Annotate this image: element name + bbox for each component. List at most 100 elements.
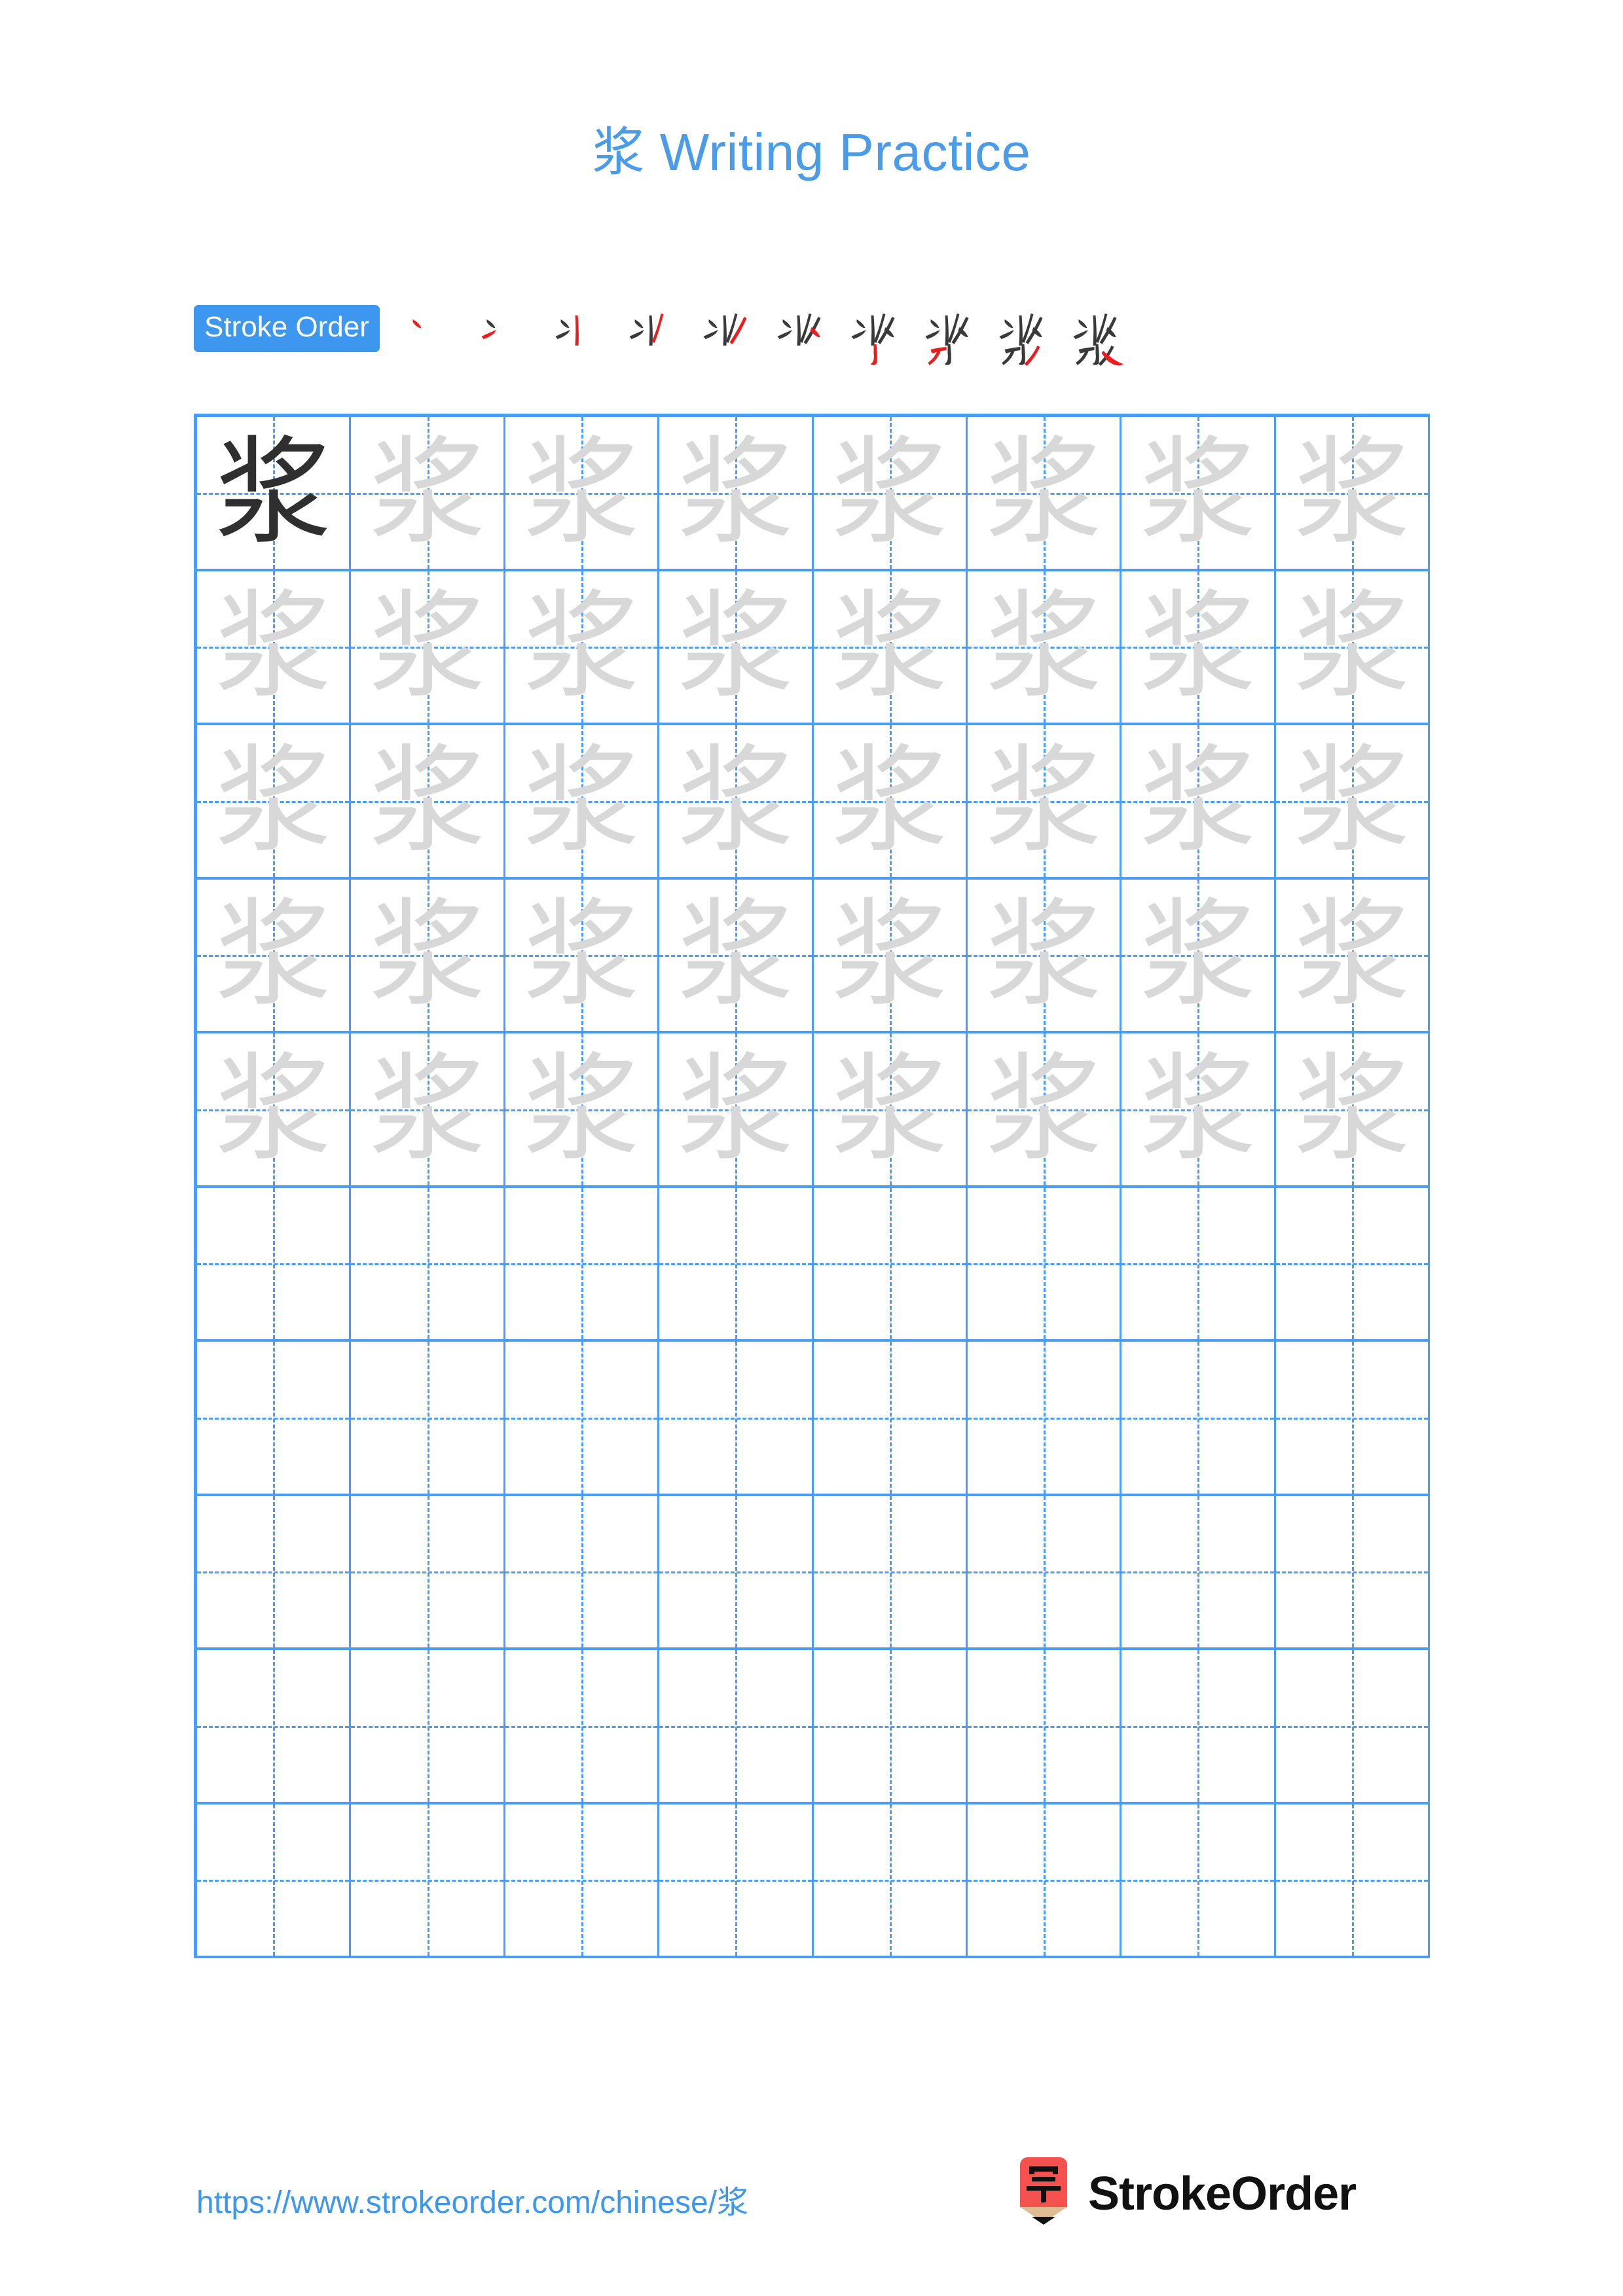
grid-cell[interactable] (351, 1496, 505, 1647)
grid-cell[interactable]: 浆 (1275, 417, 1430, 569)
grid-cell[interactable] (967, 1187, 1122, 1339)
grid-cell[interactable]: 浆 (197, 1033, 352, 1185)
grid-cell[interactable] (813, 1650, 968, 1802)
grid-cell[interactable] (1275, 1187, 1430, 1339)
grid-cell[interactable] (1275, 1496, 1430, 1647)
grid-cell[interactable]: 浆 (505, 879, 660, 1031)
grid-cell[interactable]: 浆 (1122, 417, 1276, 569)
practice-character: 浆 (831, 887, 948, 1023)
grid-cell[interactable]: 浆 (1275, 1033, 1430, 1185)
grid-cell[interactable] (351, 1650, 505, 1802)
practice-character: 浆 (831, 732, 948, 869)
grid-cell[interactable]: 浆 (197, 417, 352, 569)
grid-cell[interactable] (505, 1342, 660, 1494)
grid-cell[interactable]: 浆 (1275, 725, 1430, 877)
grid-cell[interactable] (351, 1342, 505, 1494)
grid-cell[interactable]: 浆 (1275, 879, 1430, 1031)
grid-cell[interactable]: 浆 (813, 571, 968, 723)
grid-cell[interactable]: 浆 (659, 725, 814, 877)
grid-cell[interactable]: 浆 (197, 571, 352, 723)
grid-cell[interactable] (1122, 1187, 1276, 1339)
grid-cell[interactable] (659, 1496, 814, 1647)
footer-brand[interactable]: StrokeOrder (1013, 2155, 1357, 2233)
practice-character: 浆 (522, 424, 640, 560)
grid-cell[interactable] (659, 1187, 814, 1340)
grid-cell[interactable] (197, 1187, 352, 1340)
grid-cell[interactable]: 浆 (505, 1033, 660, 1185)
grid-cell[interactable]: 浆 (967, 571, 1122, 723)
grid-cell[interactable]: 浆 (813, 725, 968, 877)
grid-cell[interactable] (1275, 1342, 1430, 1494)
grid-cell[interactable]: 浆 (967, 417, 1122, 569)
practice-character: 浆 (1139, 424, 1256, 560)
footer-url[interactable]: https://www.strokeorder.com/chinese/浆 (196, 2176, 748, 2222)
page-title: 浆 Writing Practice (0, 110, 1623, 186)
practice-character: 浆 (831, 424, 948, 560)
grid-cell[interactable] (351, 1187, 505, 1339)
grid-cell[interactable]: 浆 (659, 417, 814, 569)
grid-cell[interactable]: 浆 (351, 725, 505, 877)
practice-character (197, 1804, 349, 1956)
grid-cell[interactable]: 浆 (659, 1033, 814, 1185)
grid-cell[interactable]: 浆 (351, 1033, 505, 1185)
grid-cell[interactable] (505, 1187, 660, 1339)
grid-cell[interactable] (1122, 1650, 1276, 1802)
grid-cell[interactable] (1275, 1650, 1430, 1802)
grid-cell[interactable] (351, 1804, 505, 1956)
grid-cell[interactable] (1122, 1804, 1276, 1956)
practice-character: 浆 (1139, 732, 1256, 869)
grid-cell[interactable]: 浆 (813, 417, 968, 569)
grid-cell[interactable] (813, 1804, 968, 1956)
grid-cell[interactable]: 浆 (1275, 571, 1430, 723)
grid-cell[interactable] (813, 1342, 968, 1494)
grid-cell[interactable] (967, 1342, 1122, 1494)
grid-cell[interactable]: 浆 (1122, 725, 1276, 877)
practice-character (197, 1188, 349, 1340)
grid-cell[interactable]: 浆 (351, 571, 505, 723)
grid-cell[interactable] (505, 1804, 660, 1956)
grid-cell[interactable] (967, 1496, 1122, 1647)
grid-cell[interactable]: 浆 (505, 571, 660, 723)
grid-cell[interactable]: 浆 (813, 879, 968, 1031)
grid-cell[interactable]: 浆 (505, 417, 660, 569)
grid-cell[interactable] (1122, 1342, 1276, 1494)
grid-cell[interactable] (813, 1187, 968, 1339)
grid-cell[interactable]: 浆 (967, 1033, 1122, 1185)
grid-row-1: 浆 浆 浆 浆 浆 浆 浆 浆 (197, 417, 1430, 571)
stroke-step-3 (545, 305, 619, 370)
practice-character: 浆 (522, 887, 640, 1023)
grid-cell[interactable]: 浆 (1122, 879, 1276, 1031)
grid-cell[interactable] (659, 1804, 814, 1956)
grid-cell[interactable] (967, 1650, 1122, 1802)
practice-character: 浆 (985, 887, 1103, 1023)
grid-cell[interactable]: 浆 (659, 879, 814, 1031)
grid-cell[interactable] (1275, 1804, 1430, 1956)
grid-cell[interactable] (505, 1650, 660, 1802)
grid-cell[interactable]: 浆 (197, 725, 352, 877)
grid-cell[interactable] (197, 1342, 352, 1494)
grid-cell[interactable] (967, 1804, 1122, 1956)
grid-cell[interactable]: 浆 (967, 879, 1122, 1031)
grid-cell[interactable]: 浆 (351, 417, 505, 569)
grid-cell[interactable] (813, 1496, 968, 1647)
practice-character (659, 1188, 811, 1340)
grid-cell[interactable] (505, 1496, 660, 1647)
grid-cell[interactable] (197, 1496, 352, 1647)
grid-cell[interactable]: 浆 (1122, 1033, 1276, 1185)
grid-cell[interactable] (1122, 1496, 1276, 1647)
grid-cell[interactable] (197, 1804, 352, 1956)
grid-cell[interactable]: 浆 (967, 725, 1122, 877)
grid-cell[interactable] (659, 1342, 814, 1494)
grid-cell[interactable]: 浆 (197, 879, 352, 1031)
grid-cell[interactable]: 浆 (505, 725, 660, 877)
practice-character: 浆 (677, 732, 794, 869)
practice-character: 浆 (1293, 424, 1410, 560)
grid-cell[interactable]: 浆 (813, 1033, 968, 1185)
stroke-step-10 (1063, 305, 1137, 370)
grid-cell[interactable] (659, 1650, 814, 1802)
practice-character: 浆 (215, 887, 332, 1023)
grid-cell[interactable]: 浆 (351, 879, 505, 1031)
grid-cell[interactable]: 浆 (1122, 571, 1276, 723)
grid-cell[interactable]: 浆 (659, 571, 814, 723)
grid-cell[interactable] (197, 1650, 352, 1802)
